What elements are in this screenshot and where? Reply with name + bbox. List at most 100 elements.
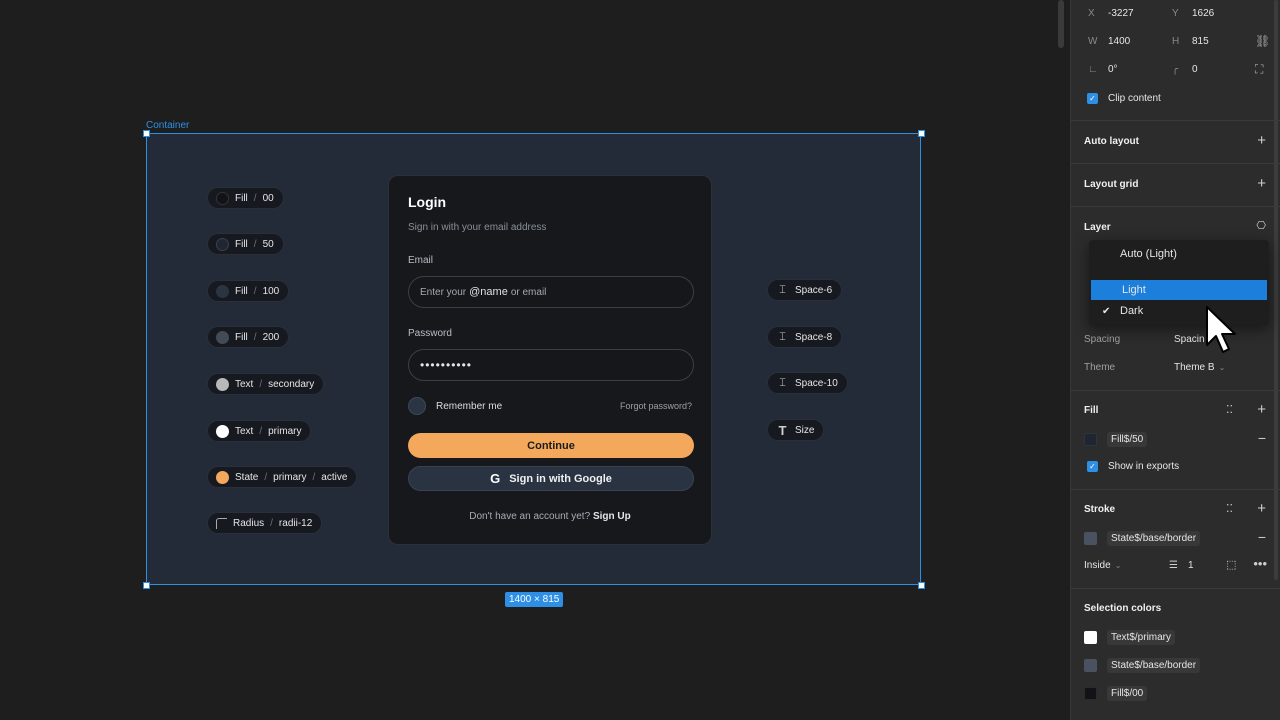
resize-handle-bottom-right[interactable] — [918, 582, 925, 589]
token-chip-fill-00[interactable]: Fill / 00 — [207, 187, 284, 209]
token-chip-text-primary[interactable]: Text / primary — [207, 420, 312, 442]
selection-color-swatch[interactable] — [1084, 687, 1097, 700]
checkmark-icon: ✔ — [1102, 305, 1111, 317]
variable-mode-icon[interactable]: ⎔ — [1256, 219, 1266, 232]
add-fill-icon[interactable]: + — [1257, 401, 1266, 418]
selection-color-row[interactable]: Fill$/00 — [1084, 686, 1148, 701]
resize-handle-bottom-left[interactable] — [143, 582, 150, 589]
style-grid-icon[interactable]: ⁚⁚ — [1226, 403, 1233, 416]
x-value[interactable]: -3227 — [1108, 8, 1134, 19]
resize-handle-top-left[interactable] — [143, 130, 150, 137]
panel-scrollbar[interactable] — [1274, 0, 1278, 580]
stroke-position-value[interactable]: Inside — [1084, 560, 1111, 571]
token-chip-text-secondary[interactable]: Text / secondary — [207, 373, 325, 395]
no-account-text: Don't have an account yet? — [469, 511, 591, 522]
independent-corners-icon[interactable]: ⛶ — [1255, 62, 1263, 77]
email-field[interactable]: Enter your @name or email — [408, 276, 694, 308]
google-signin-button[interactable]: G Sign in with Google — [408, 466, 694, 491]
h-value[interactable]: 815 — [1192, 36, 1209, 47]
w-value[interactable]: 1400 — [1108, 36, 1130, 47]
token-chip-fill-50[interactable]: Fill / 50 — [207, 233, 284, 255]
token-chip-state-primary-active[interactable]: State / primary / active — [207, 466, 358, 488]
rotation-value[interactable]: 0° — [1108, 64, 1118, 75]
selection-color-swatch[interactable] — [1084, 659, 1097, 672]
stroke-sides-icon[interactable]: ⬚ — [1226, 558, 1236, 571]
frame-label[interactable]: Container — [146, 120, 189, 131]
login-subtitle: Sign in with your email address — [408, 222, 547, 233]
w-field[interactable]: W 1400 — [1088, 36, 1130, 47]
clip-content-checkbox[interactable]: ✓ — [1087, 93, 1098, 104]
add-auto-layout-icon[interactable]: + — [1257, 132, 1266, 149]
signup-link[interactable]: Sign Up — [593, 511, 631, 522]
constrain-proportions-icon[interactable]: ⛓ — [1255, 34, 1270, 48]
clip-content-toggle[interactable]: ✓ Clip content — [1087, 93, 1161, 104]
w-label: W — [1088, 36, 1098, 47]
selection-color-token[interactable]: Fill$/00 — [1107, 686, 1148, 701]
divider — [1071, 390, 1280, 391]
menu-item-dark[interactable]: ✔ Dark — [1089, 301, 1269, 321]
chip-token: radii-12 — [278, 517, 313, 529]
token-chip-fill-200[interactable]: Fill / 200 — [207, 326, 290, 348]
show-in-exports-toggle[interactable]: ✓ Show in exports — [1087, 461, 1179, 472]
divider — [1071, 206, 1280, 207]
y-value[interactable]: 1626 — [1192, 8, 1214, 19]
spacing-mode-value[interactable]: Spacin — [1174, 334, 1205, 345]
stroke-position-select[interactable]: Inside ⌄ — [1084, 560, 1121, 571]
add-layout-grid-icon[interactable]: + — [1257, 175, 1266, 192]
y-field[interactable]: Y 1626 — [1172, 8, 1214, 19]
fill-swatch[interactable] — [1084, 433, 1097, 446]
canvas-scrollbar[interactable] — [1058, 0, 1064, 48]
rotation-field[interactable]: ∟ 0° — [1088, 64, 1118, 75]
h-label: H — [1172, 36, 1180, 47]
email-placeholder-suffix: or email — [510, 286, 547, 298]
selection-color-row[interactable]: Text$/primary — [1084, 630, 1176, 645]
more-options-icon[interactable]: ••• — [1253, 556, 1267, 571]
stroke-token[interactable]: State$/base/border — [1107, 531, 1201, 546]
remove-fill-icon[interactable]: − — [1258, 430, 1266, 446]
remember-checkbox[interactable] — [408, 397, 426, 415]
token-chip-radius[interactable]: Radius / radii-12 — [207, 512, 323, 534]
chevron-down-icon[interactable]: ⌄ — [1219, 363, 1226, 372]
chip-separator: / — [312, 471, 316, 483]
continue-button[interactable]: Continue — [408, 433, 694, 458]
divider — [1071, 120, 1280, 121]
theme-mode-value[interactable]: Theme B — [1174, 362, 1215, 373]
token-chip-size[interactable]: T Size — [767, 419, 825, 441]
stroke-weight-field[interactable]: ☰ 1 — [1169, 560, 1194, 571]
menu-item-auto-light[interactable]: Auto (Light) — [1089, 244, 1269, 264]
add-stroke-icon[interactable]: + — [1257, 500, 1266, 517]
token-chip-space-10[interactable]: ⌶ Space-10 — [767, 372, 848, 394]
chevron-down-icon[interactable]: ⌄ — [1115, 561, 1122, 570]
x-field[interactable]: X -3227 — [1088, 8, 1134, 19]
forgot-password-link[interactable]: Forgot password? — [620, 401, 692, 411]
theme-mode-row[interactable]: Theme Theme B ⌄ — [1084, 362, 1225, 373]
fill-row[interactable]: Fill$/50 — [1084, 432, 1148, 447]
remember-me-toggle[interactable]: Remember me — [408, 397, 502, 415]
stroke-swatch[interactable] — [1084, 532, 1097, 545]
selection-color-swatch[interactable] — [1084, 631, 1097, 644]
selection-color-token[interactable]: State$/base/border — [1107, 658, 1201, 673]
design-canvas[interactable]: Container 1400 × 815 Fill / 00 Fill / 50… — [0, 0, 1070, 720]
stroke-row[interactable]: State$/base/border — [1084, 531, 1201, 546]
remove-stroke-icon[interactable]: − — [1258, 529, 1266, 545]
login-card[interactable]: Login Sign in with your email address Em… — [388, 175, 712, 545]
token-chip-fill-100[interactable]: Fill / 100 — [207, 280, 290, 302]
spacing-mode-row[interactable]: Spacing Spacin — [1084, 334, 1205, 345]
selection-colors-heading: Selection colors — [1084, 603, 1162, 614]
theme-mode-dropdown[interactable]: Auto (Light) Light ✔ Dark — [1089, 240, 1269, 325]
style-grid-icon[interactable]: ⁚⁚ — [1226, 502, 1233, 515]
stroke-weight-value[interactable]: 1 — [1188, 560, 1194, 571]
show-in-exports-checkbox[interactable]: ✓ — [1087, 461, 1098, 472]
selection-color-row[interactable]: State$/base/border — [1084, 658, 1201, 673]
corner-radius-field[interactable]: ╭ 0 — [1172, 64, 1198, 75]
menu-item-light[interactable]: Light — [1091, 280, 1267, 300]
token-chip-space-8[interactable]: ⌶ Space-8 — [767, 326, 843, 348]
password-field[interactable]: •••••••••• — [408, 349, 694, 381]
token-chip-space-6[interactable]: ⌶ Space-6 — [767, 279, 843, 301]
chip-group: Fill — [235, 192, 248, 204]
h-field[interactable]: H 815 — [1172, 36, 1209, 47]
corner-radius-value[interactable]: 0 — [1192, 64, 1198, 75]
resize-handle-top-right[interactable] — [918, 130, 925, 137]
fill-token[interactable]: Fill$/50 — [1107, 432, 1148, 447]
selection-color-token[interactable]: Text$/primary — [1107, 630, 1176, 645]
